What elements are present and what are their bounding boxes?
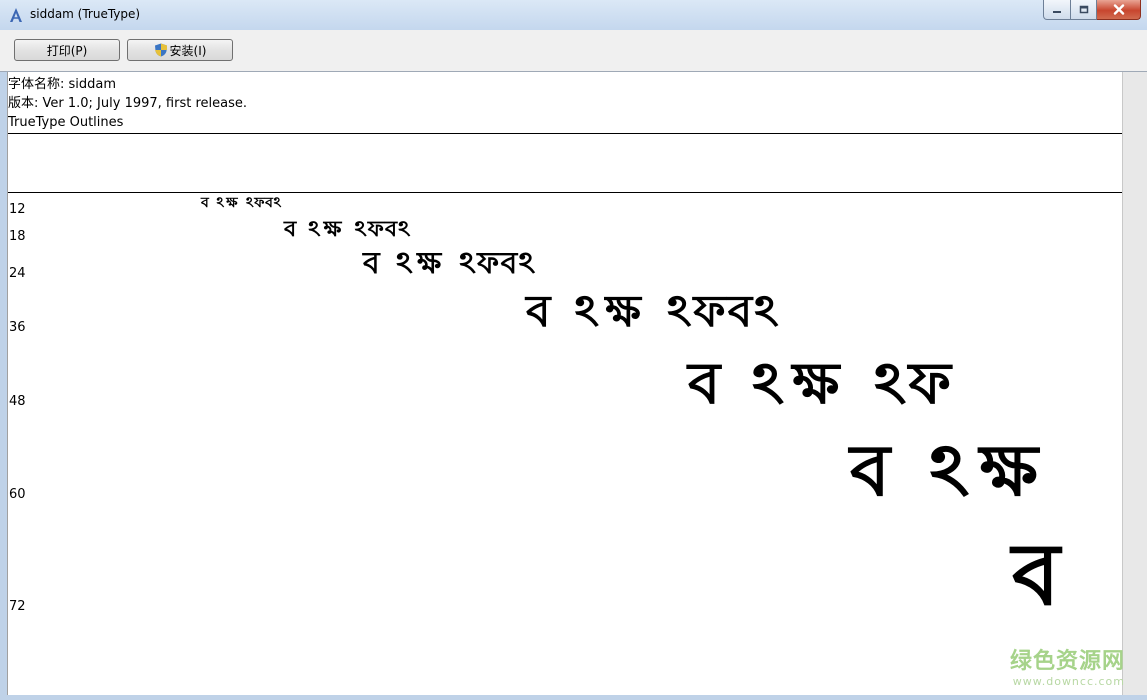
sample-glyph: ব — [284, 216, 297, 242]
sample-glyph: ঽ — [216, 195, 225, 211]
sample-glyph-line: ব ঽ ক্ষ ঽফবঽ — [201, 196, 282, 210]
size-label: 12 — [9, 202, 26, 217]
sample-glyph: ব — [850, 427, 891, 512]
title-bar[interactable]: siddam (TrueType) — [0, 0, 1147, 30]
sample-glyph: ঽ — [245, 195, 254, 211]
size-label: 48 — [9, 394, 26, 409]
sample-glyph: ব — [201, 195, 209, 211]
sample-glyph: ক্ষ — [792, 349, 840, 417]
print-button-label: 打印(P) — [46, 43, 88, 58]
divider — [8, 192, 1123, 193]
sample-glyph: ঽ — [398, 216, 411, 242]
uac-shield-icon — [154, 43, 167, 57]
sample-glyph: ব — [727, 286, 753, 337]
font-preview-area: 字体名称: siddam 版本: Ver 1.0; July 1997, fir… — [7, 72, 1123, 695]
font-name-line: 字体名称: siddam — [8, 77, 117, 92]
sample-glyph: ব — [526, 286, 551, 337]
sample-glyph: ফ — [693, 286, 726, 337]
watermark: 绿色资源网 www.downcc.com — [1010, 643, 1125, 688]
sample-glyph: ব — [500, 246, 518, 281]
size-label: 24 — [9, 266, 26, 281]
sample-glyph-line: ব ঽ ক্ষ ঽফবঽ — [526, 290, 781, 334]
sample-glyph: ঽ — [574, 286, 599, 337]
sample-glyph: ক্ষ — [323, 216, 342, 242]
watermark-title: 绿色资源网 — [1009, 649, 1125, 674]
sample-glyph: ব — [265, 195, 273, 211]
sample-glyph-line: ব ঽ ক্ষ ঽফবঽ — [363, 249, 537, 279]
watermark-url: www.downcc.com — [1012, 675, 1125, 688]
size-label: 18 — [9, 229, 26, 244]
sample-glyph: ঽ — [518, 246, 536, 281]
font-outline-line: TrueType Outlines — [8, 115, 124, 130]
sample-glyph: ফ — [477, 246, 500, 281]
minimize-icon — [1053, 10, 1061, 13]
sample-glyph: ঽ — [354, 216, 367, 242]
sample-glyph: ক্ষ — [605, 286, 641, 337]
sample-glyph-line: ব ঽ ক্ষ — [850, 434, 1081, 506]
sample-glyph: ঽ — [308, 216, 321, 242]
sample-glyph: ঽ — [459, 246, 476, 281]
minimize-button[interactable] — [1043, 0, 1071, 20]
sample-glyph: ক্ষ — [417, 246, 442, 281]
sample-glyph: ঽ — [667, 286, 692, 337]
maximize-button[interactable] — [1071, 0, 1097, 20]
size-label: 36 — [9, 320, 26, 335]
divider — [8, 133, 1123, 134]
sample-glyph-line: ব ঽ ক্ষ ঽফ — [688, 354, 954, 412]
font-icon — [10, 8, 22, 22]
sample-glyph: ঽ — [273, 195, 282, 211]
sample-glyph: ঽ — [754, 286, 779, 337]
sample-glyph: ব — [363, 246, 380, 281]
print-button[interactable]: 打印(P) — [14, 39, 120, 61]
sample-glyph: ফ — [908, 349, 951, 417]
toolbar: 打印(P) 安装(I) — [0, 30, 1147, 72]
sample-glyph-line: ব — [1012, 532, 1107, 618]
window-controls — [1043, 0, 1141, 20]
maximize-icon — [1079, 5, 1088, 14]
sample-glyph: ফ — [254, 195, 265, 211]
close-button[interactable] — [1097, 0, 1141, 20]
size-label: 60 — [9, 487, 26, 502]
install-button[interactable]: 安装(I) — [127, 39, 233, 61]
sample-glyph: ফ — [367, 216, 384, 242]
sample-glyph: ঽ — [752, 349, 784, 417]
sample-glyph: ক্ষ — [979, 427, 1038, 512]
sample-glyph: ব — [1012, 524, 1060, 625]
close-icon — [1113, 4, 1124, 15]
scrollbar[interactable] — [1122, 72, 1147, 695]
font-version-line: 版本: Ver 1.0; July 1997, first release. — [8, 96, 247, 111]
size-label: 72 — [9, 599, 26, 614]
window-title: siddam (TrueType) — [30, 7, 141, 21]
sample-glyph: ঽ — [396, 246, 413, 281]
sample-glyph: ব — [688, 349, 721, 417]
window-frame-bottom — [0, 695, 1147, 700]
sample-glyph: ব — [384, 216, 398, 242]
install-button-label: 安装(I) — [169, 43, 207, 58]
sample-glyph: ক্ষ — [226, 195, 238, 211]
font-metadata: 字体名称: siddam 版本: Ver 1.0; July 1997, fir… — [8, 75, 247, 132]
sample-glyph: ঽ — [929, 427, 969, 512]
sample-glyph-line: ব ঽ ক্ষ ঽফবঽ — [284, 218, 411, 240]
sample-glyph: ঽ — [874, 349, 906, 417]
